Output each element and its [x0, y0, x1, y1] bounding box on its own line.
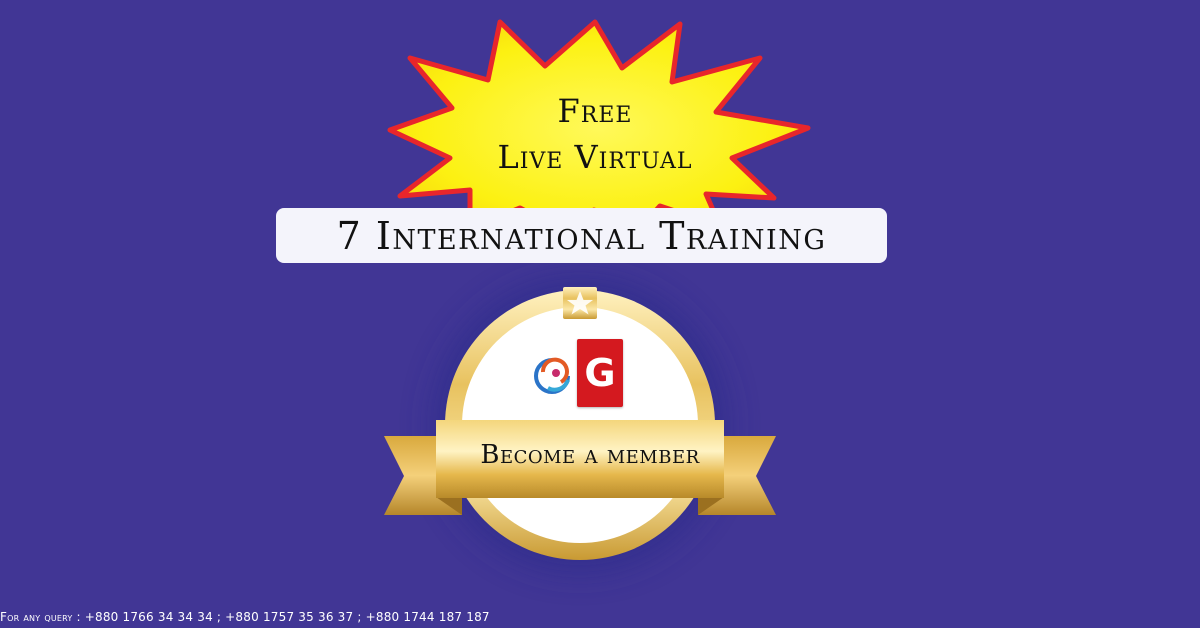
burst-line-free: Free [557, 92, 633, 130]
logo-letter: G [584, 351, 616, 395]
burst-line-live-virtual: Live Virtual [497, 138, 693, 176]
contact-footer: For any query : +880 1766 34 34 34 ; +88… [0, 610, 490, 624]
title-banner: 7 International Training [276, 208, 887, 263]
burst-text: Free Live Virtual [440, 88, 750, 180]
become-member-button[interactable]: Become a member [420, 440, 760, 470]
page-title: 7 International Training [336, 213, 827, 258]
g-logo-icon: G [577, 339, 623, 407]
